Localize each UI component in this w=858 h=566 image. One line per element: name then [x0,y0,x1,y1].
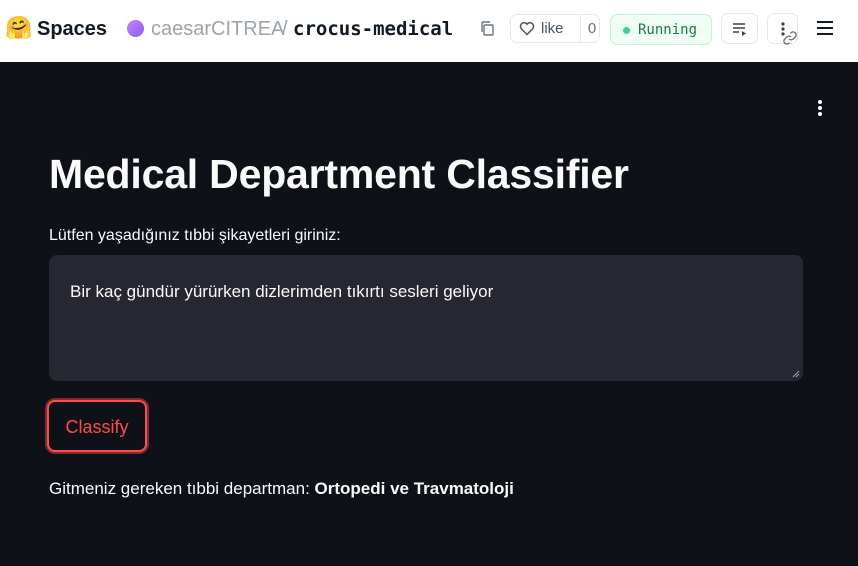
owner-avatar [127,20,144,37]
copy-icon[interactable] [479,20,495,37]
app-menu-icon[interactable] [812,98,828,118]
spaces-brand-link[interactable]: Spaces [37,17,107,41]
like-count[interactable]: 0 [584,20,600,38]
resize-handle-icon[interactable] [792,370,800,378]
heart-icon [519,22,535,36]
like-button[interactable]: like 0 [510,14,600,43]
hamburger-menu-icon[interactable] [815,19,835,37]
complaint-text-value[interactable]: Bir kaç gündür yürürken dizlerimden tıkı… [70,281,493,303]
classify-button[interactable]: Classify [47,400,147,452]
logs-button[interactable] [721,13,758,44]
complaint-input-label: Lütfen yaşadığınız tıbbi şikayetleri gir… [49,227,341,244]
result-text: Gitmeniz gereken tıbbi departman: Ortope… [49,478,514,500]
status-label: Running [638,22,698,38]
result-department: Ortopedi ve Travmatoloji [314,479,514,498]
hugging-face-logo-icon[interactable]: 🤗 [5,16,32,40]
complaint-textarea[interactable]: Bir kaç gündür yürürken dizlerimden tıkı… [49,255,803,381]
status-dot [623,27,630,34]
logs-icon [733,23,746,36]
spaces-header: 🤗 Spaces caesarCITREA / crocus-medical l… [0,0,858,62]
path-separator: / [282,18,288,40]
classify-button-label: Classify [65,417,129,437]
like-divider [580,15,581,42]
owner-link[interactable]: caesarCITREA [151,17,284,41]
link-icon[interactable] [782,30,798,46]
result-prefix: Gitmeniz gereken tıbbi departman: [49,479,315,498]
status-badge[interactable]: Running [610,14,712,45]
page-title: Medical Department Classifier [49,151,629,197]
like-label: like [541,20,564,37]
space-name-link[interactable]: crocus-medical [293,16,453,42]
